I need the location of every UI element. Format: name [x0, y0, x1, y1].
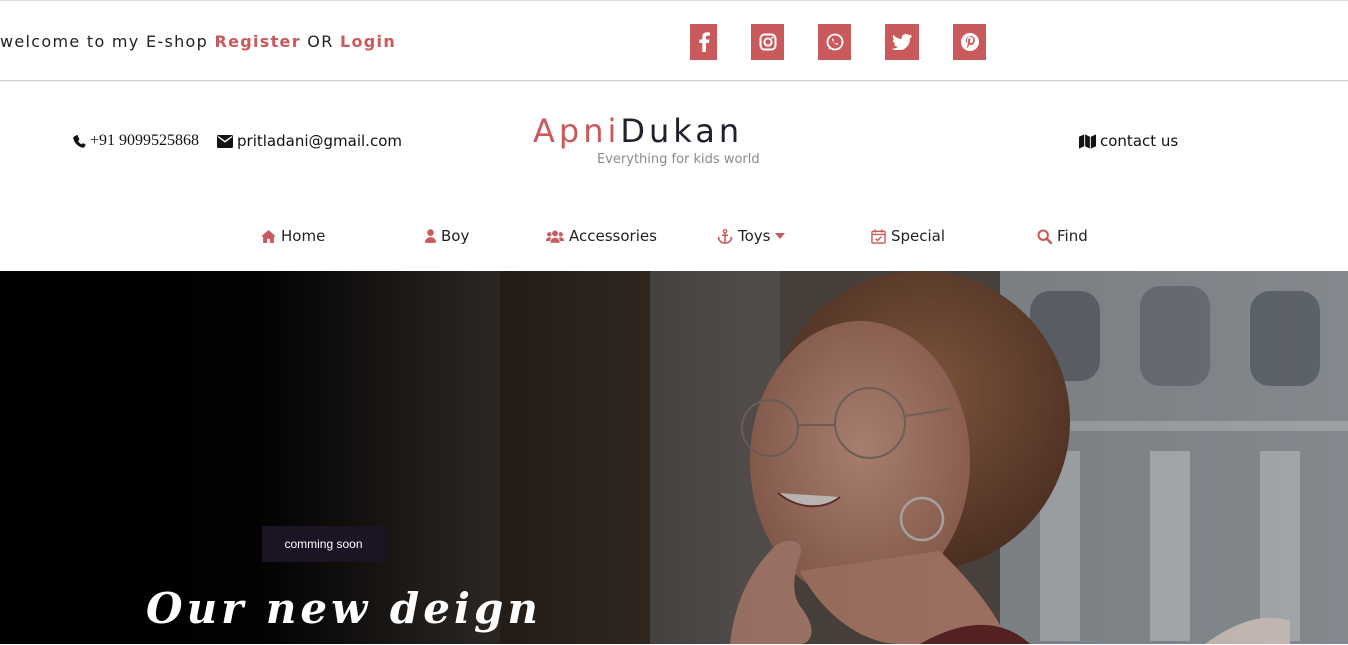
users-icon [546, 230, 564, 243]
logo-part-dukan: Dukan [620, 112, 744, 150]
calendar-check-icon [871, 228, 886, 244]
nav-label-home: Home [281, 227, 326, 245]
logo-part-apni: Apni [533, 112, 621, 150]
contact-info: +91 9099525868 pritladani@gmail.com [73, 132, 402, 150]
user-icon [425, 229, 436, 243]
coming-soon-badge: comming soon [262, 526, 385, 562]
contact-us-link[interactable]: contact us [1079, 132, 1178, 150]
map-icon [1079, 133, 1096, 149]
search-icon [1037, 228, 1052, 244]
pinterest-icon [960, 33, 979, 51]
nav-item-accessories[interactable]: Accessories [546, 227, 657, 245]
login-link[interactable]: Login [340, 32, 396, 51]
pinterest-button[interactable] [953, 24, 986, 60]
nav-item-special[interactable]: Special [871, 227, 945, 245]
anchor-icon [717, 228, 733, 244]
instagram-icon [759, 33, 776, 51]
nav-item-find[interactable]: Find [1037, 227, 1088, 245]
nav-item-boy[interactable]: Boy [425, 227, 469, 245]
nav-label-special: Special [891, 227, 946, 245]
home-icon [261, 229, 276, 243]
phone-icon [73, 134, 86, 148]
nav-label-toys: Toys [738, 227, 771, 245]
nav-item-toys[interactable]: Toys [717, 227, 786, 245]
facebook-button[interactable] [690, 24, 717, 60]
phone-number[interactable]: +91 9099525868 [90, 132, 199, 150]
caret-down-icon [775, 233, 786, 239]
top-bar: welcome to my E-shop Register OR Login [0, 0, 1348, 81]
twitter-icon [892, 34, 912, 50]
contact-us-label: contact us [1100, 132, 1179, 150]
site-tagline: Everything for kids world [597, 152, 760, 167]
twitter-button[interactable] [885, 24, 919, 60]
register-link[interactable]: Register [214, 32, 300, 51]
nav-item-home[interactable]: Home [261, 227, 325, 245]
nav-label-accessories: Accessories [569, 227, 657, 245]
site-logo[interactable]: ApniDukan [533, 112, 743, 150]
main-nav: Home Boy Accessories Toys Special Find [0, 227, 1348, 247]
nav-label-find: Find [1057, 227, 1088, 245]
facebook-icon [698, 32, 710, 52]
email-address[interactable]: pritladani@gmail.com [237, 132, 402, 150]
envelope-icon [217, 134, 234, 148]
instagram-button[interactable] [751, 24, 784, 60]
welcome-line: welcome to my E-shop Register OR Login [0, 32, 396, 51]
or-text: OR [307, 32, 334, 51]
whatsapp-button[interactable] [818, 24, 851, 60]
hero-headline: Our new deign [146, 584, 542, 633]
site-header: +91 9099525868 pritladani@gmail.com Apni… [0, 82, 1348, 270]
welcome-text: welcome to my E-shop [0, 32, 209, 51]
whatsapp-icon [826, 33, 843, 51]
nav-label-boy: Boy [441, 227, 470, 245]
